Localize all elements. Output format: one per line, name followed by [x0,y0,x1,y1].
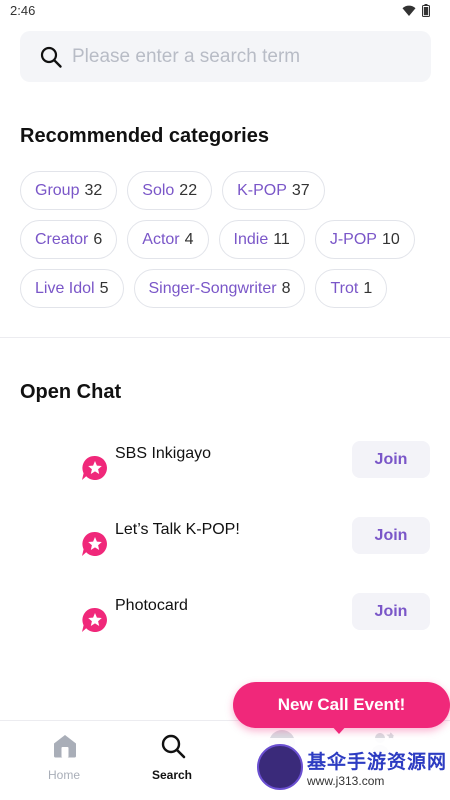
chip-label: Singer-Songwriter [148,279,277,297]
chip-count: 37 [291,181,310,199]
category-row: Creator 6 Actor 4 Indie 11 J-POP 10 [20,220,415,259]
join-button[interactable]: Join [352,593,430,630]
chip-count: 4 [184,230,194,248]
chip-label: J-POP [329,230,377,248]
chip-count: 5 [99,279,109,297]
chip-count: 22 [179,181,198,199]
chip-count: 1 [363,279,373,297]
status-icons [402,4,430,17]
chip-label: Indie [233,230,269,248]
chat-room-name: SBS Inkigayo [115,445,212,462]
chat-room-name: Let’s Talk K-POP! [115,521,240,538]
nav-label-home: Home [47,768,80,782]
watermark-url: www.j313.com [307,774,385,788]
chip-label: K-POP [237,181,287,199]
category-chip-indie[interactable]: Indie 11 [218,220,305,259]
category-chip-trot[interactable]: Trot 1 [315,269,388,308]
chip-label: Group [35,181,80,199]
chip-label: Trot [330,279,359,297]
category-chip-group[interactable]: Group 32 [20,171,118,210]
event-pill-tail [330,724,348,734]
star-chat-bubble-icon [82,455,107,480]
watermark-overlay: 基伞手游资源网 www.j313.com [249,738,450,800]
battery-icon [422,4,430,17]
wifi-icon [402,5,416,16]
chip-count: 11 [273,230,290,248]
category-chip-creator[interactable]: Creator 6 [20,220,118,259]
chip-label: Solo [142,181,175,199]
category-chip-live-idol[interactable]: Live Idol 5 [20,269,124,308]
nav-item-search[interactable]: Search [127,721,217,800]
search-icon [161,734,186,759]
new-call-event-button[interactable]: New Call Event! [233,682,450,728]
search-icon [40,46,62,68]
category-chip-singer-songwriter[interactable]: Singer-Songwriter 8 [133,269,306,308]
search-bar[interactable] [20,31,431,82]
category-row: Live Idol 5 Singer-Songwriter 8 Trot 1 [20,269,388,308]
chat-room-name: Photocard [115,597,188,614]
status-time: 2:46 [10,3,36,18]
category-chip-solo[interactable]: Solo 22 [127,171,213,210]
open-chat-item[interactable]: Photocard Join [0,593,450,641]
status-bar: 2:46 [0,0,450,22]
chip-label: Creator [35,230,89,248]
search-input[interactable] [72,31,422,82]
open-chat-title: Open Chat [20,381,122,403]
category-chip-jpop[interactable]: J-POP 10 [314,220,415,259]
chip-label: Actor [142,230,180,248]
category-row: Group 32 Solo 22 K-POP 37 [20,171,325,210]
nav-label-search: Search [151,768,193,782]
star-chat-bubble-icon [82,531,107,556]
nav-item-home[interactable]: Home [19,721,109,800]
watermark-logo [257,744,303,790]
recommended-categories-title: Recommended categories [20,125,269,147]
join-button[interactable]: Join [352,517,430,554]
section-divider [0,337,450,338]
watermark-title: 基伞手游资源网 [307,752,448,773]
join-button[interactable]: Join [352,441,430,478]
chip-label: Live Idol [35,279,95,297]
open-chat-item[interactable]: SBS Inkigayo Join [0,441,450,489]
home-icon [54,735,76,758]
open-chat-item[interactable]: Let’s Talk K-POP! Join [0,517,450,565]
star-chat-bubble-icon [82,607,107,632]
category-chip-actor[interactable]: Actor 4 [127,220,209,259]
chip-count: 6 [93,230,103,248]
chip-count: 8 [281,279,291,297]
chip-count: 10 [381,230,400,248]
category-chip-kpop[interactable]: K-POP 37 [222,171,325,210]
chip-count: 32 [84,181,103,199]
